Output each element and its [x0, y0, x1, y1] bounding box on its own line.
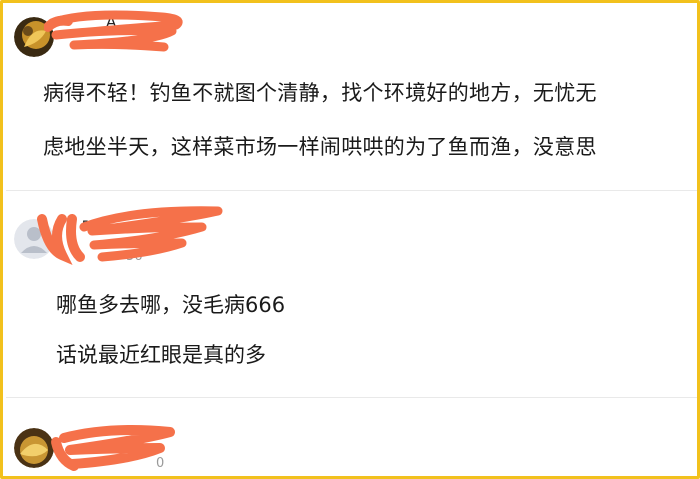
comment-text-line: 虑地坐半天，这样菜市场一样闹哄哄的为了鱼而渔，没意思: [43, 135, 597, 159]
comment-item-2: ᴘ 56 哪鱼多去哪，没毛病666 话说最近红眼是真的多: [6, 191, 697, 397]
avatar[interactable]: [14, 428, 54, 468]
comment-item-1: A 07 病得不轻！钓鱼不就图个清静，找个环境好的地方，无忧无 虑地坐半天，这样…: [6, 3, 697, 190]
comment-text-line: 哪鱼多去哪，没毛病666: [56, 293, 286, 317]
redaction-scribble: [44, 10, 183, 52]
redaction-scribble: [51, 425, 175, 471]
redaction-scribble: [37, 206, 223, 265]
comment-text-line: 病得不轻！钓鱼不就图个清静，找个环境好的地方，无忧无: [43, 81, 597, 105]
comment-text-line: 话说最近红眼是真的多: [56, 343, 266, 367]
comment-item-3: 0: [6, 398, 697, 476]
avatar-icon: [14, 428, 54, 468]
comment-list-frame: A 07 病得不轻！钓鱼不就图个清静，找个环境好的地方，无忧无 虑地坐半天，这样…: [0, 0, 700, 479]
